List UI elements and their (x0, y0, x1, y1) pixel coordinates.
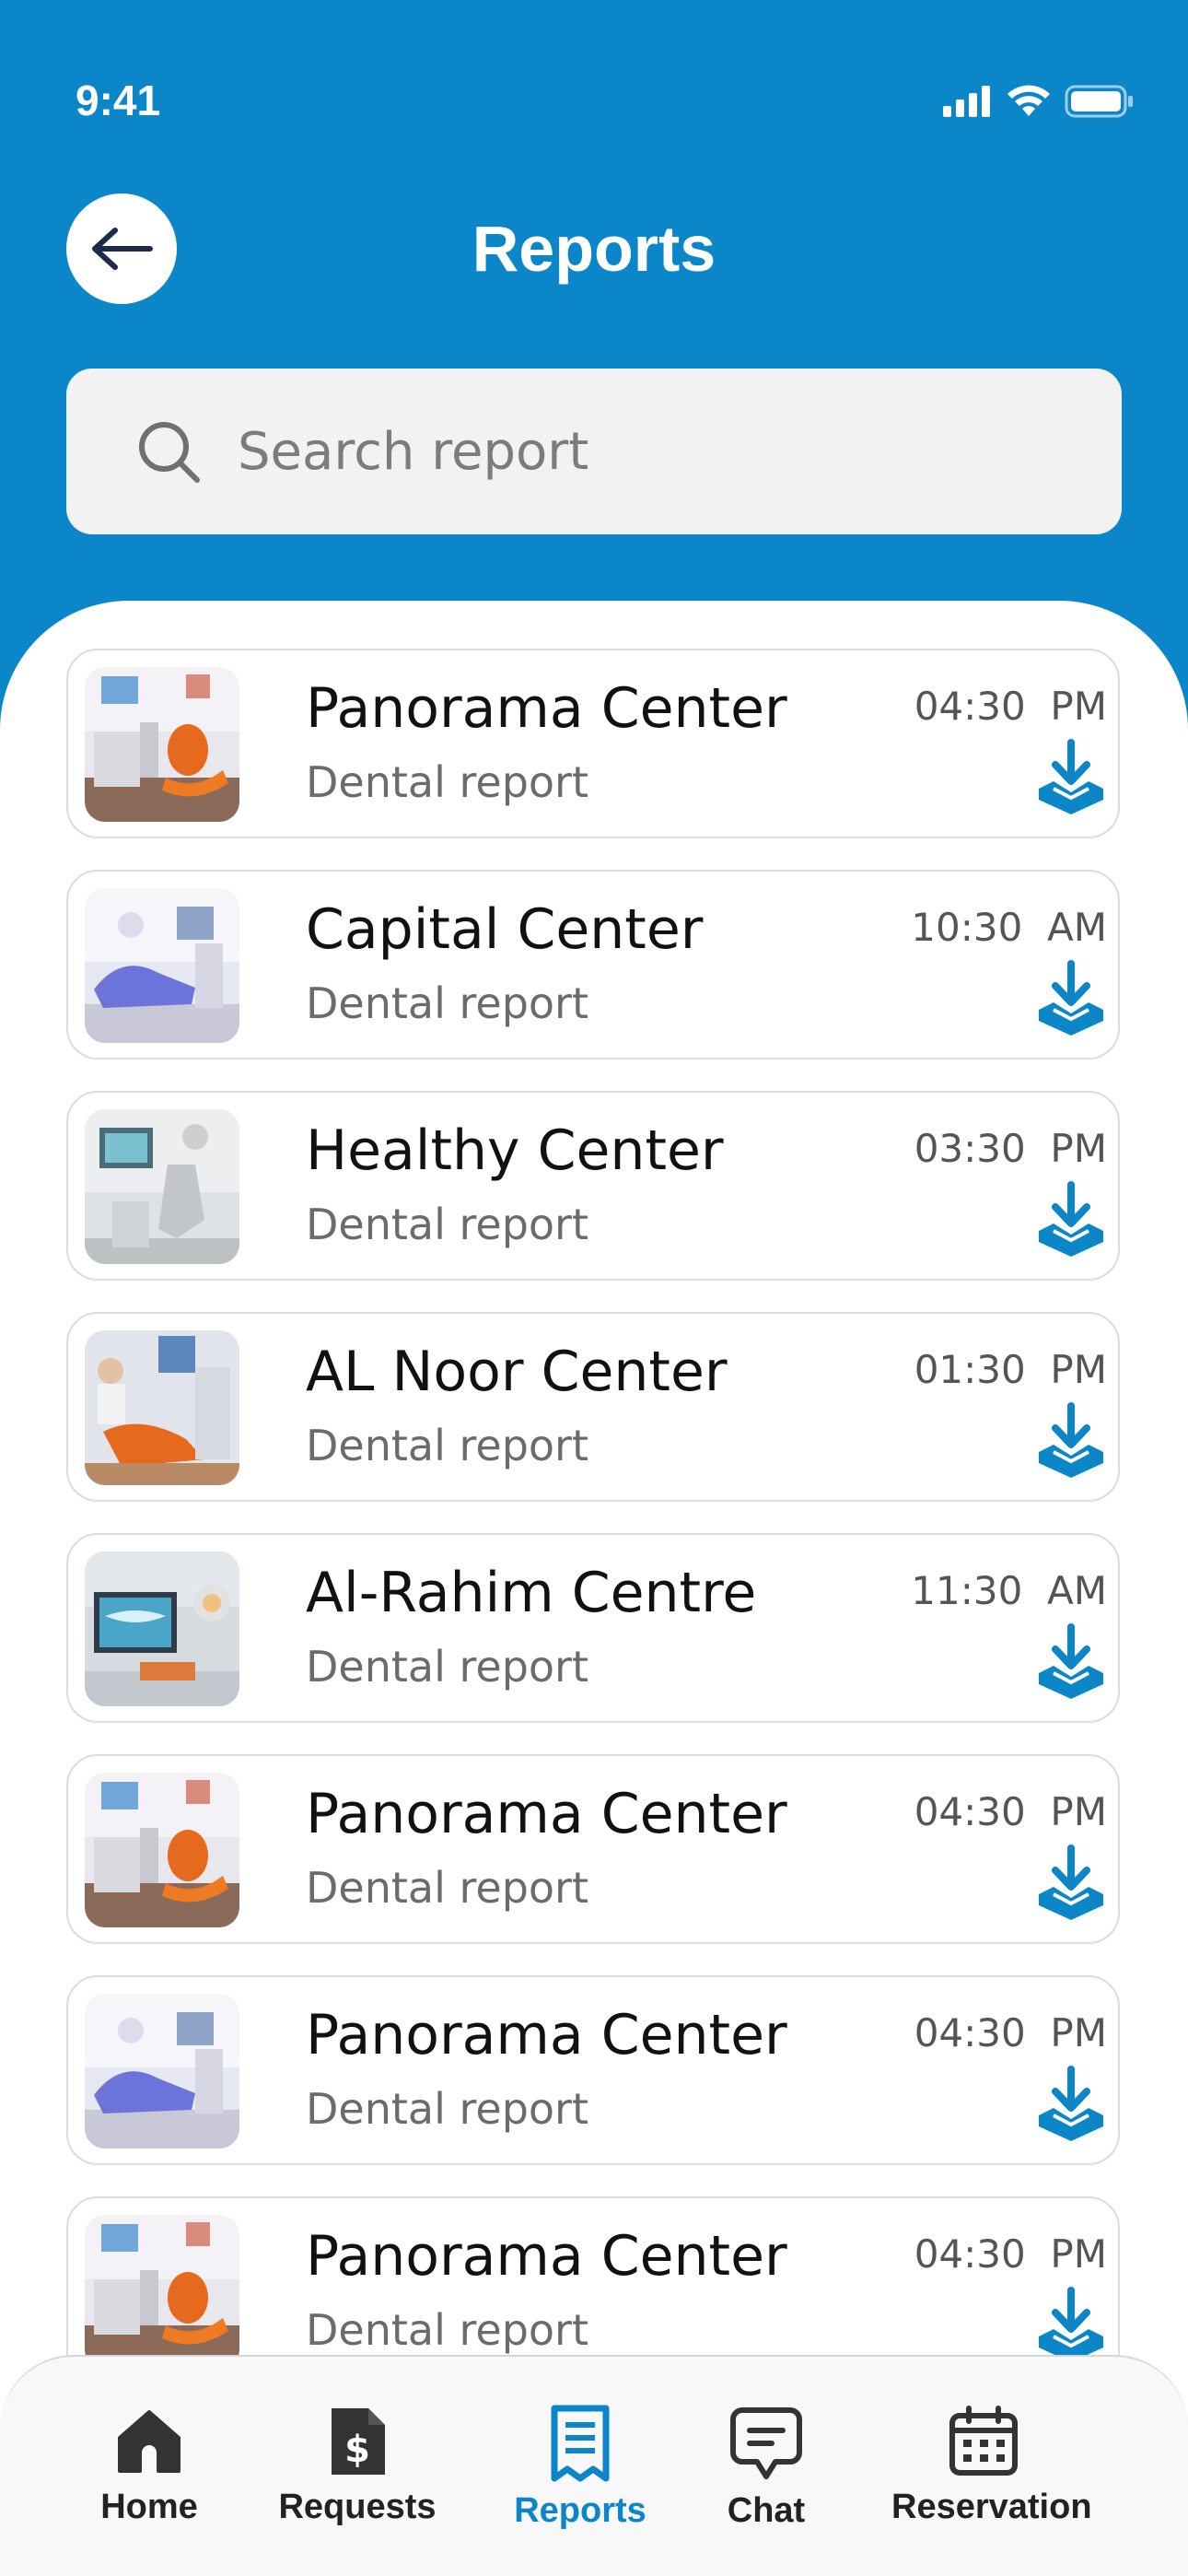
tab-home[interactable]: Home (57, 2405, 241, 2527)
report-time: 03:30 PM (914, 1126, 1107, 1171)
clinic-photo (85, 667, 239, 822)
report-center-name: Panorama Center (306, 676, 787, 741)
report-card[interactable]: Panorama Center Dental report 04:30 PM (66, 1975, 1120, 2165)
download-button[interactable] (1035, 1402, 1107, 1480)
download-icon (1039, 1181, 1103, 1257)
invoice-icon: $ (332, 2408, 385, 2475)
report-time: 04:30 PM (914, 1789, 1107, 1834)
report-time: 04:30 PM (914, 2010, 1107, 2055)
status-icons (943, 85, 1135, 118)
tab-label: Reports (514, 2491, 646, 2530)
report-type: Dental report (306, 1421, 588, 1470)
download-icon (1039, 1844, 1103, 1920)
header: Reports (0, 193, 1188, 304)
report-center-name: Panorama Center (306, 1782, 787, 1846)
status-bar: 9:41 (0, 0, 1188, 184)
report-center-name: AL Noor Center (306, 1340, 728, 1404)
search-input[interactable] (236, 420, 1068, 483)
report-time: 04:30 PM (914, 684, 1107, 729)
report-type: Dental report (306, 1642, 588, 1692)
tab-label: Requests (278, 2488, 437, 2526)
download-icon (1039, 739, 1103, 814)
report-card[interactable]: Healthy Center Dental report 03:30 PM (66, 1091, 1120, 1281)
clinic-photo (85, 1773, 239, 1927)
tab-requests[interactable]: $ Requests (265, 2405, 449, 2527)
report-center-name: Panorama Center (306, 2003, 787, 2067)
download-icon (1039, 1402, 1103, 1478)
download-button[interactable] (1035, 1844, 1107, 1922)
download-icon (1039, 2066, 1103, 2141)
report-center-name: Panorama Center (306, 2224, 787, 2289)
download-button[interactable] (1035, 739, 1107, 816)
download-button[interactable] (1035, 2066, 1107, 2143)
tab-label: Home (100, 2488, 198, 2526)
battery-icon (1065, 85, 1133, 118)
clinic-photo (85, 1109, 239, 1264)
page-title: Reports (472, 213, 716, 285)
report-time: 10:30 AM (911, 905, 1107, 950)
download-icon (1039, 960, 1103, 1036)
report-card[interactable]: AL Noor Center Dental report 01:30 PM (66, 1312, 1120, 1502)
report-type: Dental report (306, 1863, 588, 1913)
status-time: 9:41 (76, 76, 161, 124)
report-icon (551, 2405, 610, 2482)
report-center-name: Healthy Center (306, 1118, 724, 1183)
report-card[interactable]: Panorama Center Dental report 04:30 PM (66, 1754, 1120, 1944)
bottom-tab-bar: Home $ Requests Reports Chat Reservation (0, 2355, 1188, 2576)
report-time: 04:30 PM (914, 2231, 1107, 2277)
download-icon (1039, 1623, 1103, 1699)
tab-chat[interactable]: Chat (674, 2405, 858, 2531)
download-button[interactable] (1035, 1181, 1107, 1259)
clinic-photo (85, 1551, 239, 1706)
calendar-icon (949, 2406, 1018, 2476)
tab-reports[interactable]: Reports (488, 2405, 672, 2531)
tab-label: Chat (727, 2491, 806, 2530)
report-center-name: Al-Rahim Centre (306, 1561, 757, 1625)
home-icon (118, 2410, 181, 2473)
signal-icon (943, 86, 990, 117)
reports-sheet: Panorama Center Dental report 04:30 PM Capi… (0, 601, 1188, 2576)
search-icon (139, 422, 200, 483)
report-type: Dental report (306, 2305, 588, 2355)
report-list[interactable]: Panorama Center Dental report 04:30 PM Capi… (66, 649, 1122, 2370)
report-time: 01:30 PM (914, 1347, 1107, 1392)
clinic-photo (85, 888, 239, 1043)
svg-text:$: $ (344, 2429, 370, 2471)
report-card[interactable]: Capital Center Dental report 10:30 AM (66, 870, 1120, 1060)
search-bar[interactable] (66, 369, 1122, 534)
wifi-icon (1007, 85, 1050, 116)
download-button[interactable] (1035, 960, 1107, 1037)
download-icon (1039, 2287, 1103, 2362)
report-type: Dental report (306, 757, 588, 807)
report-type: Dental report (306, 2084, 588, 2134)
report-type: Dental report (306, 978, 588, 1028)
clinic-photo (85, 1330, 239, 1485)
report-card[interactable]: Panorama Center Dental report 04:30 PM (66, 2196, 1120, 2370)
download-button[interactable] (1035, 1623, 1107, 1701)
report-time: 11:30 AM (911, 1568, 1107, 1613)
clinic-photo (85, 2215, 239, 2370)
report-card[interactable]: Panorama Center Dental report 04:30 PM (66, 649, 1120, 838)
tab-reservation[interactable]: Reservation (891, 2405, 1092, 2527)
clinic-photo (85, 1994, 239, 2149)
tab-label: Reservation (891, 2488, 1092, 2526)
report-type: Dental report (306, 1200, 588, 1249)
report-card[interactable]: Al-Rahim Centre Dental report 11:30 AM (66, 1533, 1120, 1723)
report-center-name: Capital Center (306, 897, 704, 962)
chat-icon (730, 2407, 802, 2479)
download-button[interactable] (1035, 2287, 1107, 2364)
